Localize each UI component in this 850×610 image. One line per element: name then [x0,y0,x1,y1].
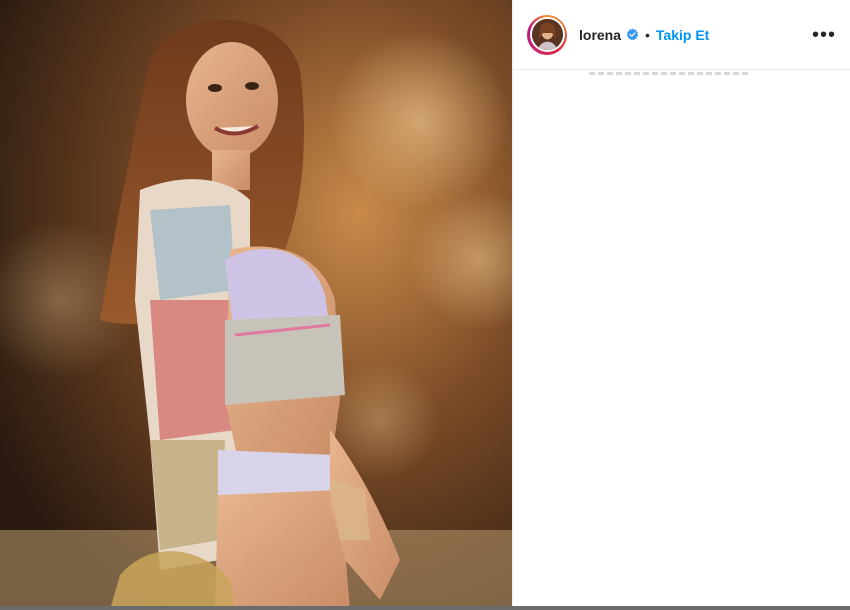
more-options-icon[interactable]: ••• [812,25,836,45]
follow-button[interactable]: Takip Et [656,27,709,43]
post-header: lorena • Takip Et ••• [513,0,850,70]
avatar-image [531,19,563,50]
caption-preview-line [589,72,749,75]
avatar-story-ring[interactable] [527,14,567,55]
avatar-frame [529,17,565,52]
post-sidebar: lorena • Takip Et ••• [512,0,850,610]
separator-dot: • [645,26,650,43]
username-link[interactable]: lorena [579,27,621,43]
bottom-edge-strip [0,606,850,610]
avatar [531,19,563,50]
post-photo[interactable] [0,0,512,610]
photo-illustration [0,0,512,610]
verified-badge-icon [626,28,639,41]
instagram-post: lorena • Takip Et ••• [0,0,850,610]
